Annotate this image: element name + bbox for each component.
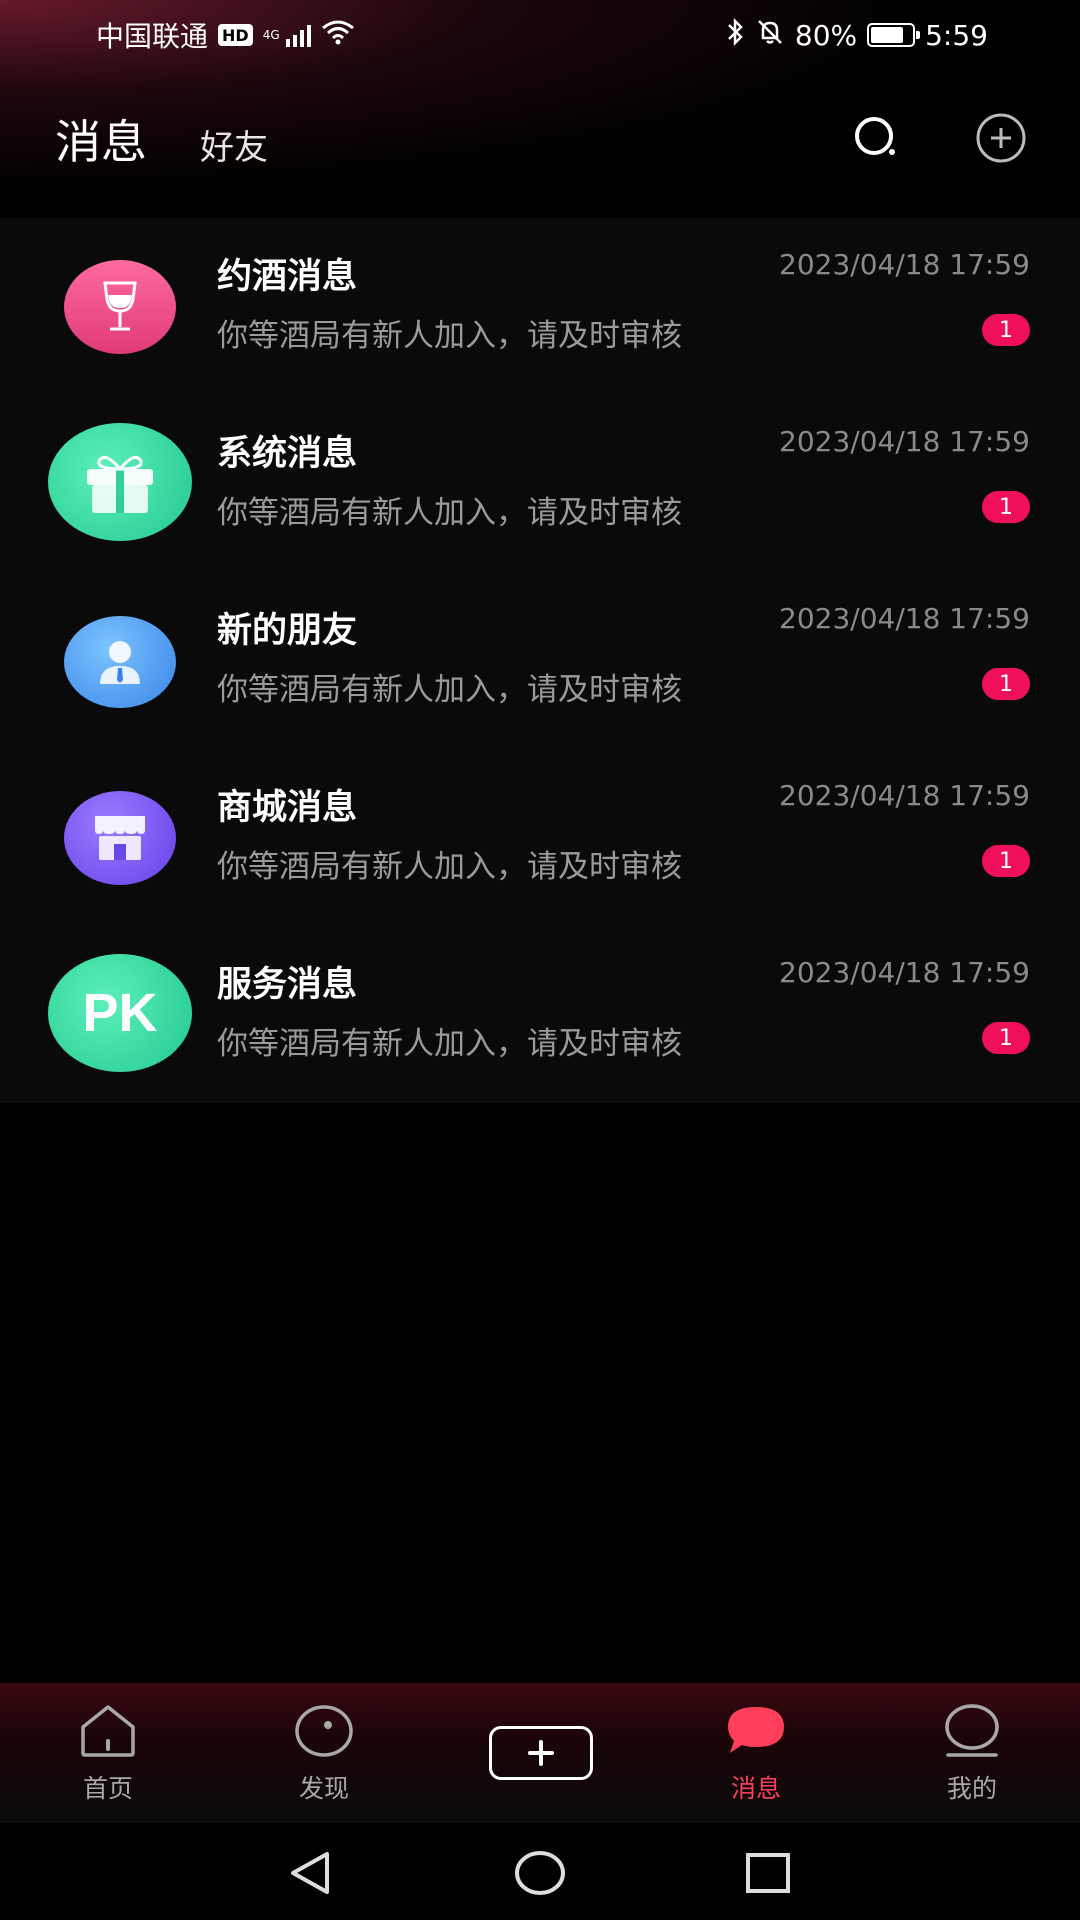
wine-glass-icon bbox=[64, 260, 176, 354]
page-header: 消息 好友 bbox=[0, 80, 1080, 220]
tab-messages[interactable]: 消息 bbox=[55, 106, 147, 172]
battery-percent: 80% bbox=[794, 18, 858, 52]
message-time: 2023/04/18 17:59 bbox=[779, 248, 1030, 281]
message-item-friends[interactable]: 新的朋友 2023/04/18 17:59 你等酒局有新人加入，请及时审核 1 bbox=[0, 572, 1080, 749]
message-title: 商城消息 bbox=[217, 788, 358, 828]
profile-icon bbox=[940, 1701, 1004, 1761]
back-icon[interactable] bbox=[280, 1843, 340, 1903]
message-title: 约酒消息 bbox=[217, 257, 358, 297]
recents-icon[interactable] bbox=[738, 1843, 798, 1903]
nav-label: 我的 bbox=[946, 1774, 997, 1803]
message-preview: 你等酒局有新人加入，请及时审核 bbox=[217, 318, 682, 354]
home-icon bbox=[76, 1701, 140, 1761]
plus-box-icon[interactable] bbox=[489, 1726, 593, 1780]
message-item-wine[interactable]: 约酒消息 2023/04/18 17:59 你等酒局有新人加入，请及时审核 1 bbox=[0, 218, 1080, 395]
gift-icon bbox=[48, 423, 192, 541]
discover-icon bbox=[292, 1701, 356, 1761]
unread-badge: 1 bbox=[982, 314, 1030, 346]
unread-badge: 1 bbox=[982, 668, 1030, 700]
clock-time: 5:59 bbox=[925, 18, 988, 52]
system-nav bbox=[0, 1823, 1080, 1920]
nav-discover[interactable]: 发现 bbox=[264, 1701, 384, 1811]
nav-profile[interactable]: 我的 bbox=[912, 1701, 1032, 1811]
person-icon bbox=[64, 616, 176, 708]
wifi-icon bbox=[321, 19, 355, 52]
plus-circle-icon[interactable] bbox=[973, 110, 1029, 166]
hd-badge: HD bbox=[218, 24, 253, 46]
nav-label: 首页 bbox=[82, 1774, 133, 1803]
bottom-nav: 首页 发现 消息 我的 bbox=[0, 1683, 1080, 1823]
battery-icon bbox=[867, 23, 921, 47]
message-time: 2023/04/18 17:59 bbox=[779, 602, 1030, 635]
bluetooth-icon bbox=[725, 17, 745, 54]
unread-badge: 1 bbox=[982, 1022, 1030, 1054]
home-circle-icon[interactable] bbox=[510, 1843, 570, 1903]
pk-avatar-text: PK bbox=[82, 983, 158, 1043]
message-time: 2023/04/18 17:59 bbox=[779, 779, 1030, 812]
message-preview: 你等酒局有新人加入，请及时审核 bbox=[217, 495, 682, 531]
pk-icon: PK bbox=[48, 954, 192, 1072]
nav-label: 发现 bbox=[298, 1774, 349, 1803]
carrier-name: 中国联通 bbox=[96, 20, 209, 53]
nav-messages[interactable]: 消息 bbox=[696, 1701, 816, 1811]
message-preview: 你等酒局有新人加入，请及时审核 bbox=[217, 849, 682, 885]
unread-badge: 1 bbox=[982, 845, 1030, 877]
network-type: 4G bbox=[262, 28, 280, 42]
chat-bubble-icon bbox=[724, 1701, 788, 1761]
signal-icon bbox=[285, 23, 311, 47]
store-icon bbox=[64, 791, 176, 885]
message-list: 约酒消息 2023/04/18 17:59 你等酒局有新人加入，请及时审核 1 … bbox=[0, 218, 1080, 1103]
message-item-system[interactable]: 系统消息 2023/04/18 17:59 你等酒局有新人加入，请及时审核 1 bbox=[0, 395, 1080, 572]
message-preview: 你等酒局有新人加入，请及时审核 bbox=[217, 672, 682, 708]
message-preview: 你等酒局有新人加入，请及时审核 bbox=[217, 1026, 682, 1062]
message-item-service[interactable]: PK 服务消息 2023/04/18 17:59 你等酒局有新人加入，请及时审核… bbox=[0, 926, 1080, 1103]
message-title: 服务消息 bbox=[217, 965, 358, 1005]
message-title: 新的朋友 bbox=[217, 611, 358, 651]
unread-badge: 1 bbox=[982, 491, 1030, 523]
status-bar: 中国联通 HD 4G 80% 5:59 bbox=[0, 0, 1080, 70]
nav-home[interactable]: 首页 bbox=[48, 1701, 168, 1811]
tab-friends[interactable]: 好友 bbox=[200, 120, 268, 169]
nav-label: 消息 bbox=[730, 1774, 781, 1803]
mute-bell-icon bbox=[755, 17, 785, 54]
status-right: 80% 5:59 bbox=[725, 17, 988, 54]
status-left: 中国联通 HD 4G bbox=[96, 15, 355, 55]
message-title: 系统消息 bbox=[217, 434, 358, 474]
message-item-store[interactable]: 商城消息 2023/04/18 17:59 你等酒局有新人加入，请及时审核 1 bbox=[0, 749, 1080, 926]
message-time: 2023/04/18 17:59 bbox=[779, 956, 1030, 989]
message-time: 2023/04/18 17:59 bbox=[779, 425, 1030, 458]
search-icon[interactable] bbox=[848, 110, 904, 166]
